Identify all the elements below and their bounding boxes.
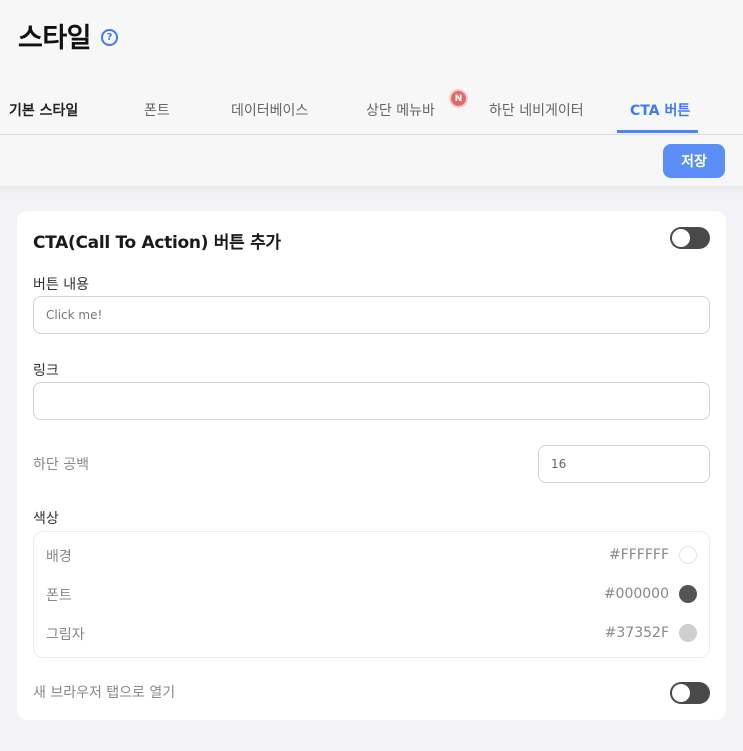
button-text-label: 버튼 내용 (33, 277, 89, 293)
color-row-shadow[interactable]: 그림자 #37352F (34, 622, 709, 646)
toggle-knob (672, 684, 690, 702)
bottom-margin-input[interactable] (538, 445, 710, 483)
color-hex: #FFFFFF (608, 547, 669, 563)
cta-card-title: CTA(Call To Action) 버튼 추가 (33, 233, 281, 253)
tab-bottom-navigator[interactable]: 하단 네비게이터 (489, 86, 584, 134)
color-name: 배경 (46, 549, 72, 565)
save-button[interactable]: 저장 (663, 144, 725, 178)
tab-cta-button[interactable]: CTA 버튼 (630, 86, 690, 134)
color-row-font[interactable]: 폰트 #000000 (34, 583, 709, 607)
tab-font[interactable]: 폰트 (144, 86, 170, 134)
tab-top-menubar[interactable]: 상단 메뉴바 (366, 86, 435, 134)
new-badge: N (451, 91, 466, 106)
new-tab-label: 새 브라우저 탭으로 열기 (33, 685, 176, 701)
active-tab-indicator (617, 130, 698, 133)
toggle-knob (672, 229, 690, 247)
color-name: 그림자 (46, 627, 85, 643)
color-hex: #000000 (603, 586, 669, 602)
bottom-margin-label: 하단 공백 (33, 457, 89, 473)
link-label: 링크 (33, 363, 59, 379)
color-row-background[interactable]: 배경 #FFFFFF (34, 544, 709, 568)
color-name: 폰트 (46, 588, 72, 604)
help-icon[interactable]: ? (101, 29, 119, 46)
color-settings: 배경 #FFFFFF 폰트 #000000 그림자 #37352F (33, 531, 710, 658)
color-hex: #37352F (604, 625, 669, 641)
color-label: 색상 (33, 511, 59, 527)
button-text-input[interactable] (33, 296, 710, 334)
link-input[interactable] (33, 382, 710, 420)
page-title-row: 스타일 ? (18, 16, 119, 55)
new-tab-toggle[interactable] (670, 682, 710, 704)
cta-settings-card: CTA(Call To Action) 버튼 추가 버튼 내용 링크 하단 공백… (17, 211, 726, 720)
color-swatch-icon[interactable] (679, 624, 697, 642)
tab-basic-style[interactable]: 기본 스타일 (9, 86, 78, 134)
header-area: 스타일 ? 기본 스타일 폰트 데이터베이스 상단 메뉴바 N 하단 네비게이터… (0, 0, 743, 186)
color-swatch-icon[interactable] (679, 585, 697, 603)
tab-database[interactable]: 데이터베이스 (231, 86, 308, 134)
header-shadow (0, 186, 743, 194)
color-swatch-icon[interactable] (679, 546, 697, 564)
cta-enable-toggle[interactable] (670, 227, 710, 249)
page-title: 스타일 (18, 23, 92, 54)
tab-bar: 기본 스타일 폰트 데이터베이스 상단 메뉴바 N 하단 네비게이터 CTA 버… (0, 86, 743, 135)
